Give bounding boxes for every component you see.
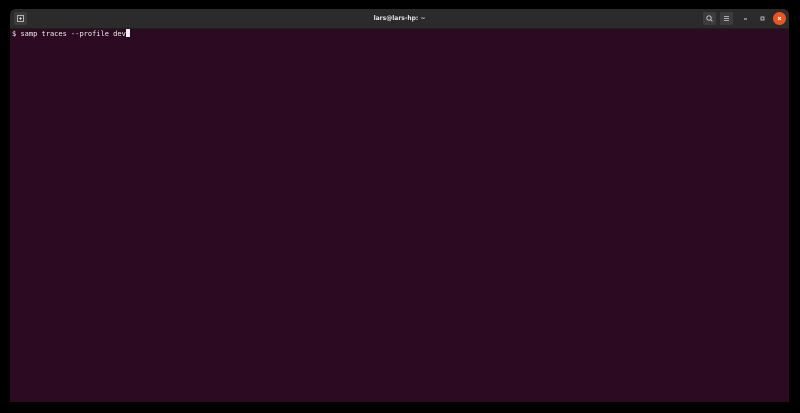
titlebar[interactable]: lars@lars-hp: ~	[10, 9, 789, 29]
search-icon	[706, 15, 713, 22]
prompt-symbol: $	[12, 30, 17, 38]
close-icon	[777, 16, 782, 21]
minimize-button[interactable]	[739, 12, 752, 25]
new-tab-icon	[17, 15, 24, 22]
command-line: $ samp traces --profile dev	[12, 29, 130, 38]
window-title: lars@lars-hp: ~	[373, 15, 426, 22]
hamburger-menu-icon	[724, 16, 729, 21]
text-cursor	[125, 29, 130, 37]
menu-button[interactable]	[720, 12, 733, 25]
minimize-icon	[744, 18, 747, 20]
new-tab-button[interactable]	[14, 12, 27, 25]
terminal-window: lars@lars-hp: ~ $ samp traces --profile …	[10, 9, 789, 402]
search-button[interactable]	[703, 12, 716, 25]
terminal-output[interactable]: $ samp traces --profile dev	[10, 29, 789, 402]
maximize-button[interactable]	[756, 12, 769, 25]
command-text: samp traces --profile dev	[20, 30, 126, 38]
close-button[interactable]	[773, 12, 786, 25]
maximize-icon	[760, 16, 765, 21]
